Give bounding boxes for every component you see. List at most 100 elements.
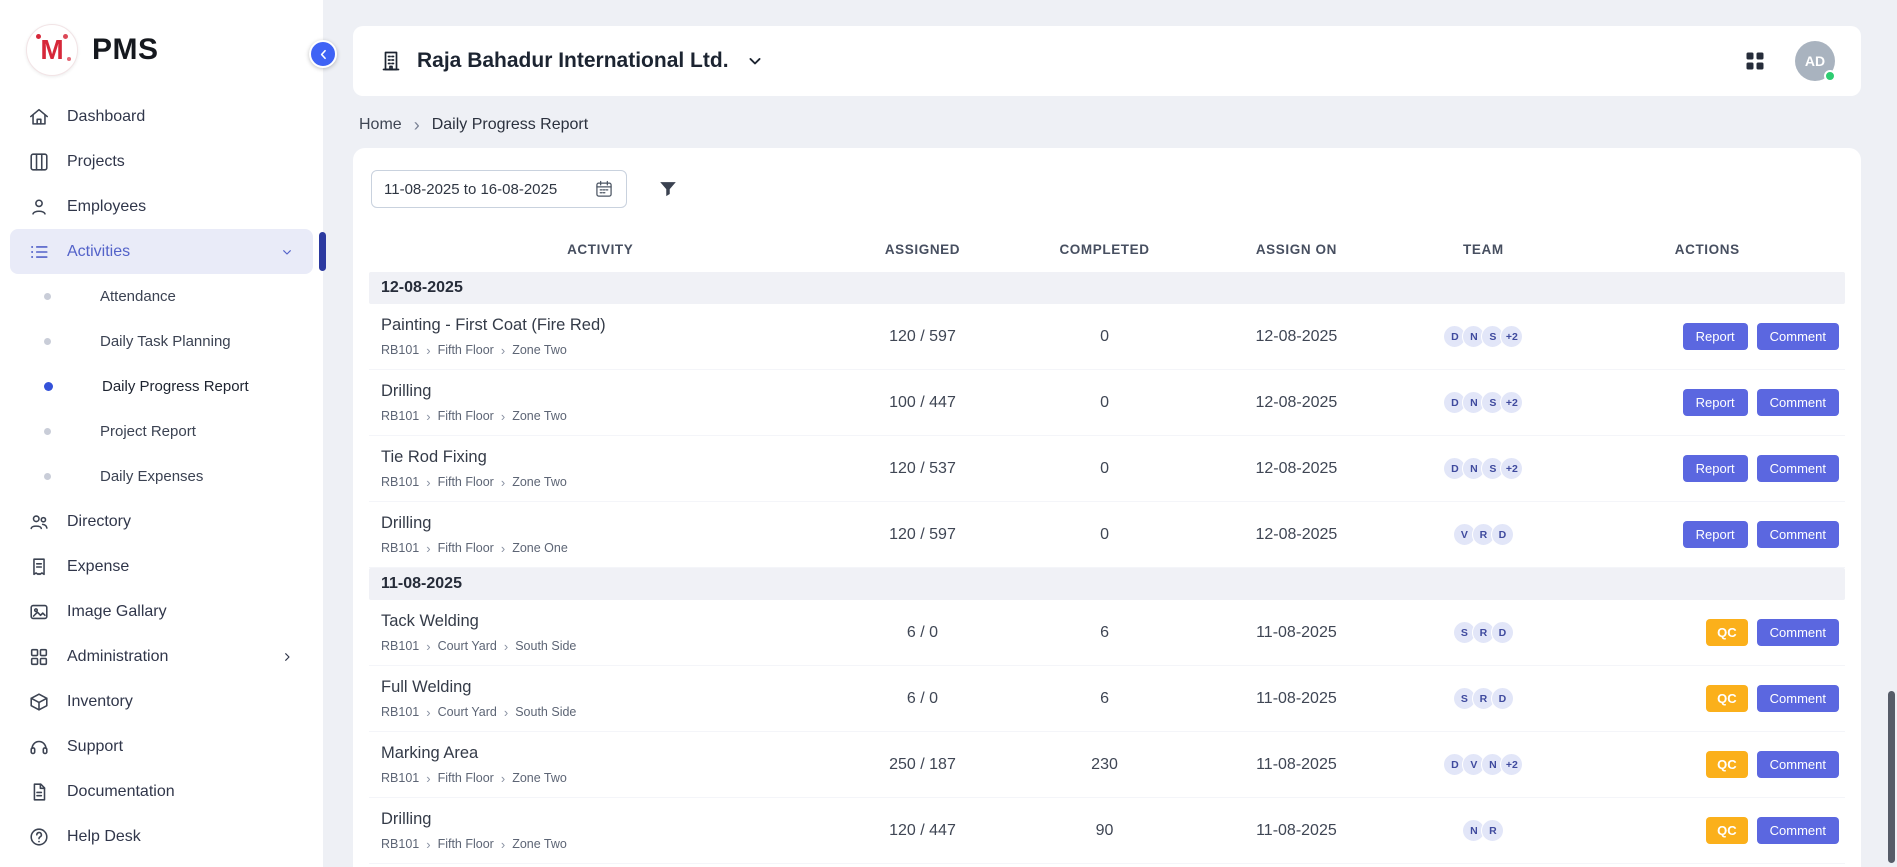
sidebar-item-employees[interactable]: Employees xyxy=(10,184,313,229)
team-more-badge[interactable]: +2 xyxy=(1500,457,1523,480)
report-button[interactable]: Report xyxy=(1683,323,1748,350)
assigned-cell: 6 / 0 xyxy=(831,690,1013,708)
path-segment: Fifth Floor xyxy=(438,409,494,423)
assign-on-cell: 11-08-2025 xyxy=(1196,822,1398,840)
sidebar-item-label: Image Gallary xyxy=(67,603,167,621)
sidebar-item-directory[interactable]: Directory xyxy=(10,499,313,544)
qc-button[interactable]: QC xyxy=(1706,619,1748,646)
sidebar-subitem-daily-progress-report[interactable]: Daily Progress Report xyxy=(10,364,313,409)
group-date-row: 12-08-2025 xyxy=(369,272,1845,304)
table-row: Full WeldingRB101›Court Yard›South Side6… xyxy=(369,666,1845,732)
activity-path: RB101›Fifth Floor›Zone Two xyxy=(381,343,831,357)
comment-button[interactable]: Comment xyxy=(1757,817,1839,844)
date-range-value: 11-08-2025 to 16-08-2025 xyxy=(384,181,557,198)
company-selector[interactable]: Raja Bahadur International Ltd. xyxy=(379,49,765,73)
comment-button[interactable]: Comment xyxy=(1757,455,1839,482)
scrollbar-thumb[interactable] xyxy=(1888,691,1895,863)
comment-button[interactable]: Comment xyxy=(1757,619,1839,646)
chevron-right-icon: › xyxy=(501,772,505,785)
chevron-right-icon: › xyxy=(426,542,430,555)
sidebar-item-label: Employees xyxy=(67,198,146,216)
sidebar-item-label: Directory xyxy=(67,513,131,531)
sidebar-subitem-attendance[interactable]: Attendance xyxy=(10,274,313,319)
sidebar-item-label: Projects xyxy=(67,153,125,171)
employees-icon xyxy=(28,196,50,218)
qc-button[interactable]: QC xyxy=(1706,751,1748,778)
sidebar-item-expense[interactable]: Expense xyxy=(10,544,313,589)
app-logo: M xyxy=(26,24,78,76)
sidebar-collapse-button[interactable] xyxy=(309,40,337,68)
completed-cell: 6 xyxy=(1014,690,1196,708)
sidebar-item-inventory[interactable]: Inventory xyxy=(10,679,313,724)
sidebar-item-dashboard[interactable]: Dashboard xyxy=(10,94,313,139)
chevron-right-icon: › xyxy=(426,410,430,423)
activity-title: Drilling xyxy=(381,382,831,401)
apps-grid-icon[interactable] xyxy=(1743,49,1767,73)
chevron-right-icon: › xyxy=(426,706,430,719)
sidebar-item-support[interactable]: Support xyxy=(10,724,313,769)
actions-cell: Report Comment xyxy=(1569,521,1845,548)
comment-button[interactable]: Comment xyxy=(1757,751,1839,778)
admin-icon xyxy=(28,646,50,668)
team-cell: SRD xyxy=(1397,621,1569,644)
path-segment: RB101 xyxy=(381,837,419,851)
chevron-right-icon: › xyxy=(504,706,508,719)
bullet-dot xyxy=(44,473,51,480)
chevron-down-icon xyxy=(279,244,295,260)
user-avatar[interactable]: AD xyxy=(1795,41,1835,81)
path-segment: South Side xyxy=(515,705,576,719)
chevron-right-icon: › xyxy=(501,542,505,555)
sidebar-item-image-gallary[interactable]: Image Gallary xyxy=(10,589,313,634)
assigned-cell: 250 / 187 xyxy=(831,756,1013,774)
comment-button[interactable]: Comment xyxy=(1757,323,1839,350)
sidebar-item-projects[interactable]: Projects xyxy=(10,139,313,184)
sidebar-subitem-daily-task-planning[interactable]: Daily Task Planning xyxy=(10,319,313,364)
column-header-assign-on: ASSIGN ON xyxy=(1196,242,1398,257)
activity-cell: Marking AreaRB101›Fifth Floor›Zone Two xyxy=(369,744,831,785)
top-header: Raja Bahadur International Ltd. AD xyxy=(353,26,1861,96)
comment-button[interactable]: Comment xyxy=(1757,389,1839,416)
chevron-right-icon: › xyxy=(414,116,420,134)
report-button[interactable]: Report xyxy=(1683,521,1748,548)
comment-button[interactable]: Comment xyxy=(1757,685,1839,712)
completed-cell: 0 xyxy=(1014,394,1196,412)
expense-icon xyxy=(28,556,50,578)
sidebar-item-administration[interactable]: Administration xyxy=(10,634,313,679)
path-segment: Fifth Floor xyxy=(438,837,494,851)
path-segment: Fifth Floor xyxy=(438,771,494,785)
sidebar-subitem-project-report[interactable]: Project Report xyxy=(10,409,313,454)
assign-on-cell: 11-08-2025 xyxy=(1196,624,1398,642)
filter-funnel-icon[interactable] xyxy=(657,178,679,200)
report-button[interactable]: Report xyxy=(1683,455,1748,482)
docs-icon xyxy=(28,781,50,803)
logo-dot xyxy=(63,34,68,39)
qc-button[interactable]: QC xyxy=(1706,817,1748,844)
chevron-right-icon: › xyxy=(504,640,508,653)
qc-button[interactable]: QC xyxy=(1706,685,1748,712)
calendar-icon[interactable] xyxy=(594,179,614,199)
building-icon xyxy=(379,49,403,73)
path-segment: RB101 xyxy=(381,475,419,489)
sidebar-subitem-label: Daily Task Planning xyxy=(100,333,231,350)
table-row: DrillingRB101›Fifth Floor›Zone Two100 / … xyxy=(369,370,1845,436)
team-more-badge[interactable]: +2 xyxy=(1500,391,1523,414)
team-more-badge[interactable]: +2 xyxy=(1500,325,1523,348)
table-header-row: ACTIVITYASSIGNEDCOMPLETEDASSIGN ONTEAMAC… xyxy=(369,226,1845,272)
actions-cell: Report Comment xyxy=(1569,455,1845,482)
sidebar-item-help-desk[interactable]: Help Desk xyxy=(10,814,313,859)
team-more-badge[interactable]: +2 xyxy=(1500,753,1523,776)
sidebar-subitem-daily-expenses[interactable]: Daily Expenses xyxy=(10,454,313,499)
assign-on-cell: 12-08-2025 xyxy=(1196,328,1398,346)
assigned-cell: 120 / 597 xyxy=(831,526,1013,544)
table-row: DrillingRB101›Fifth Floor›Zone One120 / … xyxy=(369,502,1845,568)
breadcrumb-home-link[interactable]: Home xyxy=(359,116,402,134)
sidebar-item-documentation[interactable]: Documentation xyxy=(10,769,313,814)
date-range-input[interactable]: 11-08-2025 to 16-08-2025 xyxy=(371,170,627,208)
report-button[interactable]: Report xyxy=(1683,389,1748,416)
sidebar-item-activities[interactable]: Activities xyxy=(10,229,313,274)
activity-path: RB101›Court Yard›South Side xyxy=(381,639,831,653)
team-avatar: D xyxy=(1491,687,1514,710)
team-avatar: R xyxy=(1481,819,1504,842)
comment-button[interactable]: Comment xyxy=(1757,521,1839,548)
team-cell: DVN+2 xyxy=(1397,753,1569,776)
